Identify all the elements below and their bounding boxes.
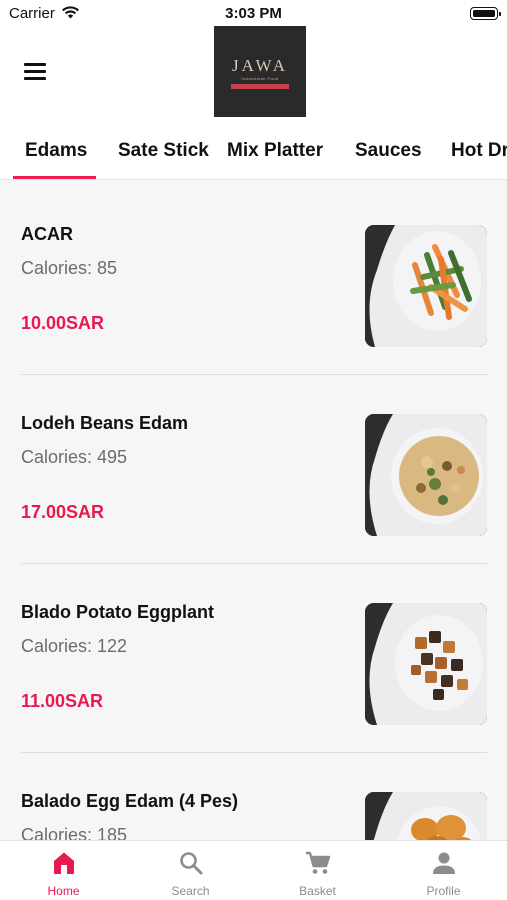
item-price: 11.00SAR: [21, 691, 104, 711]
item-calories: Calories: 122: [21, 636, 128, 656]
restaurant-logo: JAWA Indonesian Food: [214, 26, 306, 117]
nav-home[interactable]: Home: [0, 841, 127, 900]
menu-item[interactable]: Balado Egg Edam (4 Pes) Calories: 185: [0, 747, 507, 840]
menu-item[interactable]: Lodeh Beans Edam Calories: 495 17.00SAR: [0, 369, 507, 564]
item-calories: Calories: 85: [21, 258, 118, 278]
item-price: 10.00SAR: [21, 313, 105, 333]
menu-item[interactable]: Blado Potato Eggplant Calories: 122 11.0…: [0, 558, 507, 753]
person-icon: [432, 852, 455, 874]
nav-search[interactable]: Search: [127, 841, 254, 900]
item-name: ACAR: [21, 224, 73, 244]
logo-bar: [231, 84, 289, 89]
nav-home-label: Home: [47, 884, 80, 898]
item-calories: Calories: 185: [21, 825, 128, 840]
menu-item-list[interactable]: ACAR Calories: 85 10.00SAR Lodeh Beans E…: [0, 180, 507, 840]
cart-icon: [305, 851, 330, 874]
tab-hot-drinks[interactable]: Hot Dr: [451, 140, 507, 162]
logo-tagline: Indonesian Food: [241, 76, 279, 81]
nav-search-label: Search: [171, 884, 210, 898]
item-photo: [365, 792, 487, 840]
tab-mix-platter[interactable]: Mix Platter: [227, 140, 323, 162]
nav-profile-label: Profile: [426, 884, 461, 898]
app-screen: Carrier 3:03 PM JAWA Indonesian Food Eda…: [0, 0, 507, 900]
item-calories: Calories: 495: [21, 447, 128, 467]
category-tabs: Edams Sate Stick Mix Platter Sauces Hot …: [0, 126, 507, 180]
item-name: Balado Egg Edam (4 Pes): [21, 791, 239, 811]
nav-profile[interactable]: Profile: [380, 841, 507, 900]
battery-icon: [470, 7, 501, 20]
item-name: Blado Potato Eggplant: [21, 602, 214, 622]
home-icon: [53, 852, 74, 874]
active-tab-indicator: [13, 176, 96, 179]
status-bar: Carrier 3:03 PM: [0, 0, 507, 26]
tab-sauces[interactable]: Sauces: [355, 140, 422, 162]
bottom-navigation: Home Search Basket Profile: [0, 840, 507, 900]
tab-sate-stick[interactable]: Sate Stick: [118, 140, 209, 162]
item-name: Lodeh Beans Edam: [21, 413, 189, 433]
item-photo: [365, 225, 487, 347]
hamburger-menu-icon[interactable]: [24, 63, 46, 81]
app-header: JAWA Indonesian Food: [0, 26, 507, 126]
menu-item[interactable]: ACAR Calories: 85 10.00SAR: [0, 180, 507, 375]
logo-wordmark: JAWA: [232, 56, 288, 75]
search-icon: [179, 852, 202, 875]
item-price: 17.00SAR: [21, 502, 105, 522]
item-photo: [365, 603, 487, 725]
item-photo: [365, 414, 487, 536]
tab-edams[interactable]: Edams: [25, 140, 87, 162]
clock: 3:03 PM: [225, 5, 282, 22]
nav-basket[interactable]: Basket: [254, 841, 381, 900]
nav-basket-label: Basket: [299, 884, 336, 898]
